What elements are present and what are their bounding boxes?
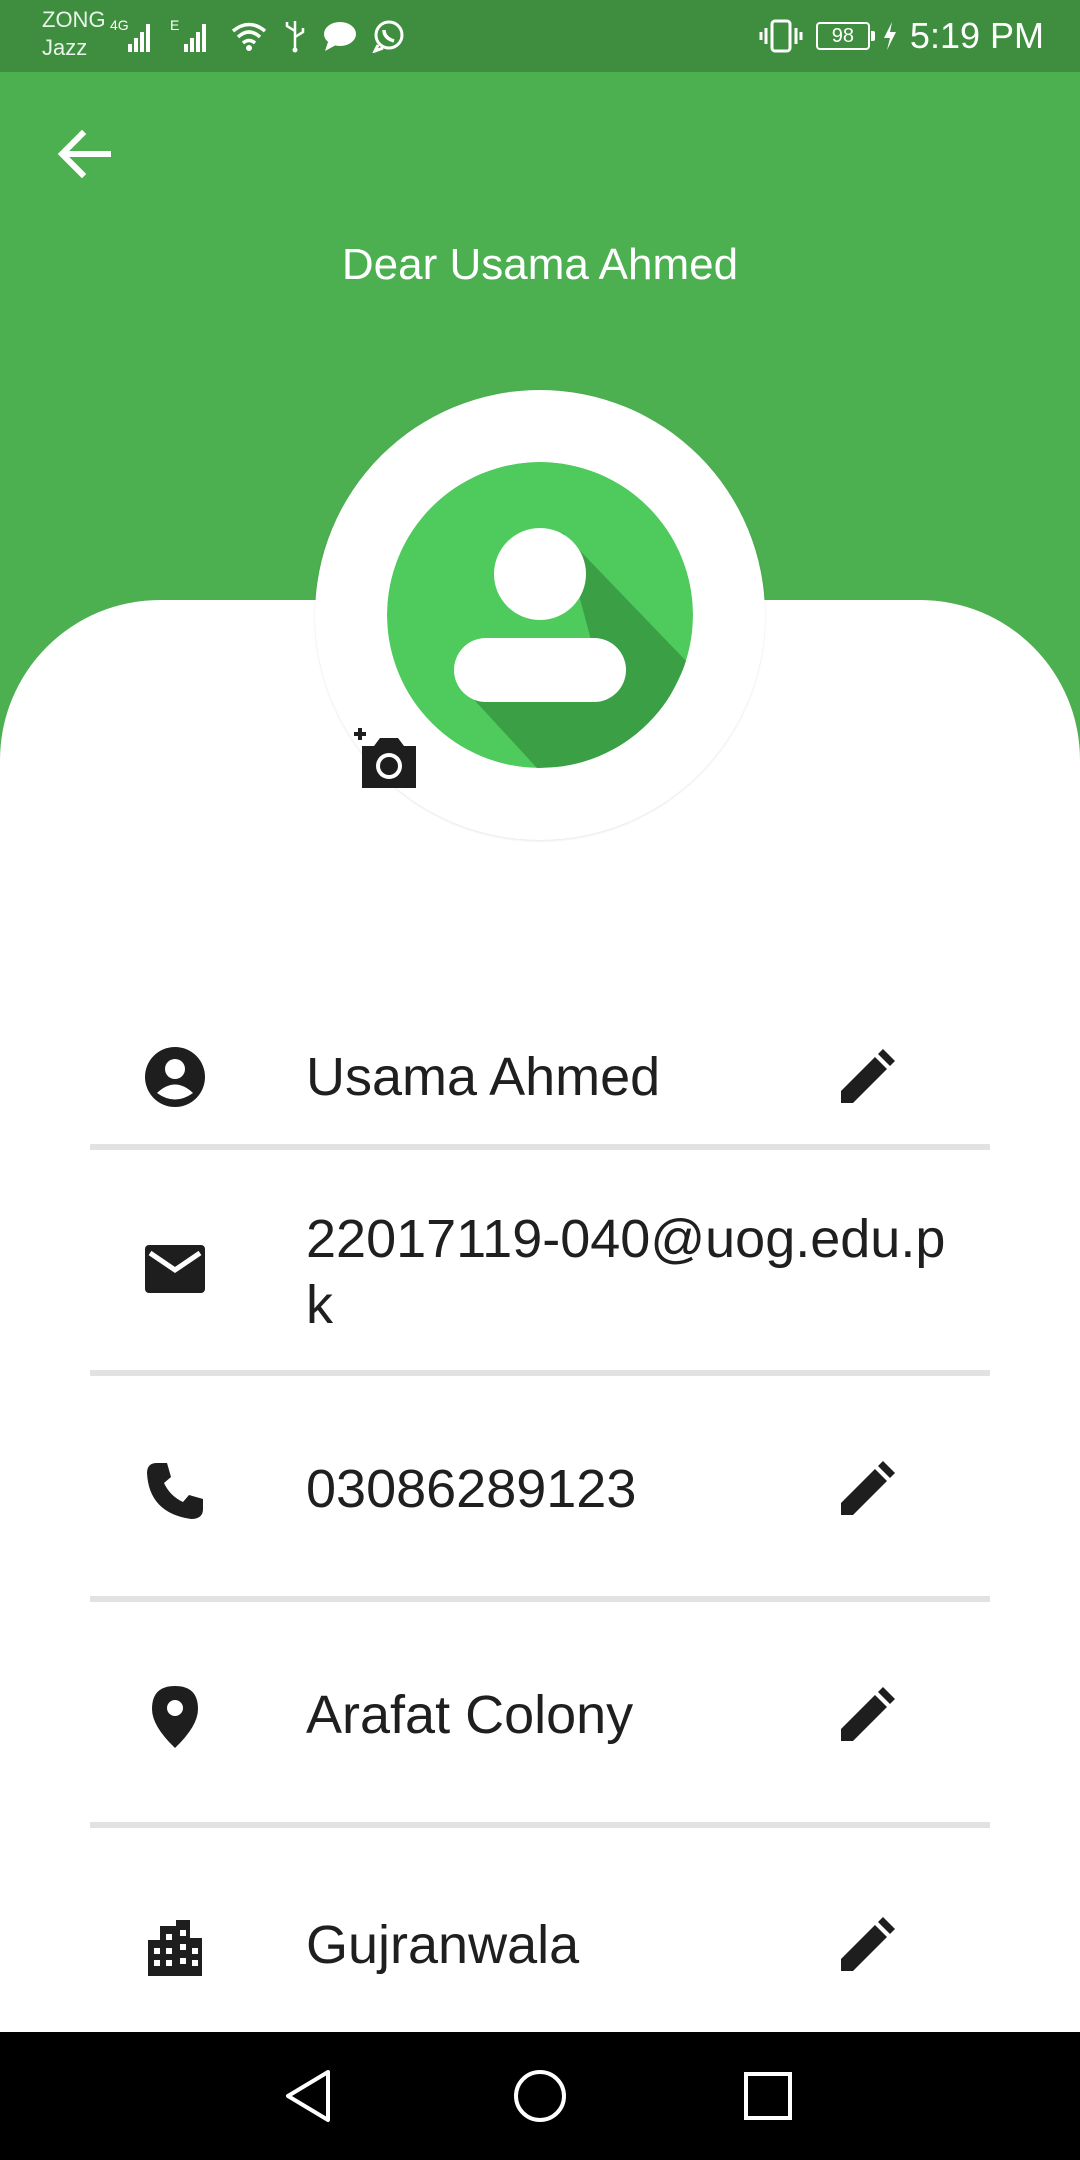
back-button[interactable] bbox=[44, 114, 124, 194]
add-photo-icon bbox=[354, 728, 416, 788]
phone-icon bbox=[140, 1456, 210, 1526]
status-icons-right: 98 5:19 PM bbox=[758, 12, 1044, 60]
account-circle-icon bbox=[140, 1042, 210, 1112]
pencil-icon bbox=[841, 1917, 895, 1971]
email-value: 22017119-040@uog.edu.pk bbox=[306, 1209, 946, 1335]
pencil-icon bbox=[841, 1461, 895, 1515]
nav-home-button[interactable] bbox=[504, 2060, 576, 2132]
charging-icon bbox=[883, 22, 896, 50]
system-navigation-bar bbox=[0, 2032, 1080, 2160]
edit-phone-button[interactable] bbox=[830, 1454, 902, 1526]
status-bar: ZONG Jazz 4G E 98 5:19 PM bbox=[0, 0, 1080, 72]
nav-recents-button[interactable] bbox=[732, 2060, 804, 2132]
profile-screen: ZONG Jazz 4G E 98 5:19 PM Dear Usama Ahm… bbox=[0, 0, 1080, 2160]
back-triangle-icon bbox=[286, 2070, 330, 2122]
status-icons-left: 4G E bbox=[110, 14, 406, 58]
city-icon bbox=[140, 1912, 210, 1982]
signal-icon: 4G bbox=[110, 18, 156, 54]
carrier-primary: ZONG bbox=[42, 7, 106, 32]
arrow-left-icon bbox=[57, 129, 111, 179]
wifi-icon bbox=[231, 22, 267, 51]
vibrate-icon bbox=[759, 19, 803, 53]
phone-row: 03086289123 bbox=[90, 1376, 990, 1602]
carrier-secondary: Jazz bbox=[42, 35, 88, 60]
add-photo-button[interactable] bbox=[350, 726, 422, 794]
recents-square-icon bbox=[744, 2072, 792, 2120]
battery-level: 98 bbox=[831, 25, 855, 47]
name-row: Usama Ahmed bbox=[90, 960, 990, 1150]
message-icon bbox=[324, 22, 356, 51]
edit-address-button[interactable] bbox=[830, 1680, 902, 1752]
edit-name-button[interactable] bbox=[830, 1042, 902, 1114]
pencil-icon bbox=[841, 1687, 895, 1741]
whatsapp-icon bbox=[372, 20, 404, 53]
email-row: 22017119-040@uog.edu.pk bbox=[90, 1150, 990, 1376]
profile-info-list: Usama Ahmed 22017119-040@uog.edu.pk 0308… bbox=[90, 960, 990, 2054]
account-avatar-icon[interactable] bbox=[387, 462, 693, 768]
signal-icon: E bbox=[170, 18, 216, 54]
usb-icon bbox=[285, 21, 305, 53]
pencil-icon bbox=[841, 1049, 895, 1103]
location-pin-icon bbox=[140, 1682, 210, 1752]
header-title: Dear Usama Ahmed bbox=[341, 240, 739, 289]
battery-icon: 98 bbox=[815, 22, 875, 50]
city-row: Gujranwala bbox=[90, 1828, 990, 2054]
email-icon bbox=[140, 1234, 210, 1304]
home-circle-icon bbox=[514, 2070, 566, 2122]
nav-back-button[interactable] bbox=[272, 2060, 344, 2132]
address-row: Arafat Colony bbox=[90, 1602, 990, 1828]
edit-city-button[interactable] bbox=[830, 1910, 902, 1982]
status-time: 5:19 PM bbox=[909, 15, 1044, 56]
carrier-info: ZONG Jazz bbox=[42, 6, 106, 62]
